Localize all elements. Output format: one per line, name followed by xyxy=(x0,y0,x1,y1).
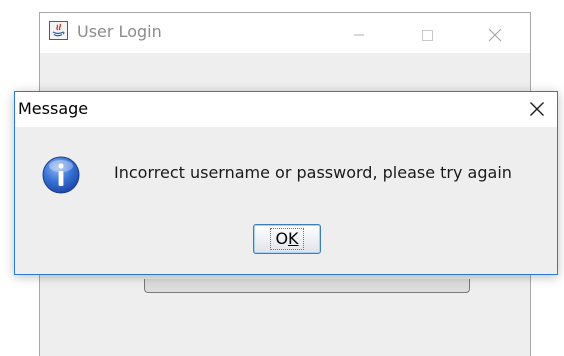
desktop: User Login Message Incorrect username or… xyxy=(0,0,564,356)
minimize-button[interactable] xyxy=(336,13,382,53)
login-button-partial[interactable] xyxy=(144,279,470,293)
user-login-titlebar[interactable]: User Login xyxy=(40,13,530,53)
dialog-close-button[interactable] xyxy=(517,92,557,127)
close-button[interactable] xyxy=(472,13,518,53)
ok-button[interactable]: OK xyxy=(253,224,321,254)
information-icon xyxy=(41,155,81,195)
ok-label-first: O xyxy=(275,229,289,248)
user-login-title: User Login xyxy=(77,22,162,41)
message-text: Incorrect username or password, please t… xyxy=(114,163,512,182)
message-dialog-titlebar[interactable]: Message xyxy=(15,92,557,127)
close-icon xyxy=(530,102,544,116)
close-icon xyxy=(488,28,502,42)
minimize-icon xyxy=(354,34,364,36)
maximize-icon xyxy=(422,30,433,41)
message-dialog: Message Incorrect username or password, … xyxy=(14,91,558,275)
java-icon xyxy=(49,21,68,40)
maximize-button[interactable] xyxy=(404,13,450,53)
ok-label-mnemonic: K xyxy=(288,229,299,248)
dialog-title: Message xyxy=(18,99,89,118)
ok-button-focus: OK xyxy=(270,228,304,250)
